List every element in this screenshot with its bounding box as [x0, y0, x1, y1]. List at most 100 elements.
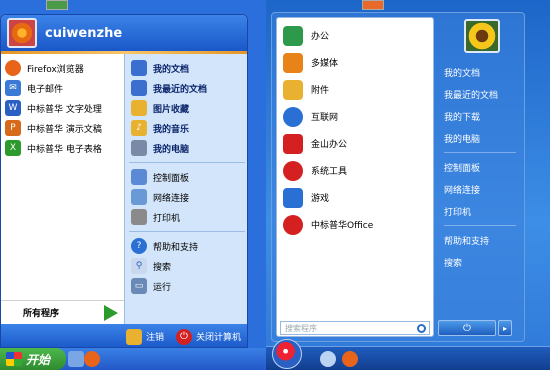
desktop-icon[interactable]: [362, 0, 384, 10]
place-label: 搜索: [153, 262, 172, 273]
place-control-panel[interactable]: 控制面板: [438, 156, 522, 178]
program-impress[interactable]: P 中标普华 演示文稿: [1, 118, 124, 138]
group-games[interactable]: 游戏: [277, 184, 433, 211]
start-logo-icon: [6, 352, 22, 366]
group-label: 多媒体: [311, 59, 339, 69]
chevron-right-icon: ▸: [502, 323, 507, 333]
place-label: 运行: [153, 282, 172, 293]
search-icon[interactable]: [417, 324, 426, 333]
help-icon: ?: [131, 238, 147, 254]
place-search[interactable]: ⚲ 搜索: [125, 256, 247, 276]
place-label: 帮助和支持: [153, 242, 199, 253]
tools-icon: [283, 160, 303, 181]
search-placeholder: 搜索程序: [285, 323, 317, 333]
group-multimedia[interactable]: 多媒体: [277, 49, 433, 76]
shutdown-button[interactable]: ⏻: [438, 320, 496, 336]
program-label: Firefox浏览器: [27, 64, 84, 75]
username: cuiwenzhe: [45, 25, 123, 41]
quicklaunch-icon[interactable]: [320, 351, 336, 367]
w7-start-menu: 办公 多媒体 附件 互联网 金山办公 系统工具 游戏 中标普华Office 搜索…: [271, 12, 525, 342]
place-label: 打印机: [153, 213, 181, 224]
divider: [444, 152, 516, 153]
place-label: 我的文档: [153, 64, 190, 75]
multimedia-icon: [283, 52, 303, 73]
program-label: 中标普华 电子表格: [27, 144, 102, 155]
start-orb[interactable]: [272, 339, 302, 369]
start-button[interactable]: 开始: [0, 348, 66, 370]
documents-icon: [131, 60, 147, 76]
places-panel: 我的文档 我最近的文档 图片收藏 ♪ 我的音乐 我的电脑 控制面板 网络连接 打…: [124, 54, 247, 324]
power-icon: ⏻: [463, 322, 471, 334]
place-recent-documents[interactable]: 我最近的文档: [125, 78, 247, 98]
avatar[interactable]: [464, 19, 500, 53]
recent-documents-icon: [131, 80, 147, 96]
firefox-icon[interactable]: [84, 351, 100, 367]
search-input[interactable]: 搜索程序: [280, 321, 430, 335]
group-cs2c-office[interactable]: 中标普华Office: [277, 211, 433, 238]
all-programs-button[interactable]: 所有程序: [1, 300, 124, 324]
group-label: 办公: [311, 32, 330, 42]
shutdown-options-button[interactable]: ▸: [498, 320, 512, 336]
group-office[interactable]: 办公: [277, 22, 433, 49]
divider: [129, 231, 245, 232]
place-downloads[interactable]: 我的下载: [438, 105, 522, 127]
place-my-documents[interactable]: 我的文档: [438, 61, 522, 83]
place-search[interactable]: 搜索: [438, 251, 522, 273]
group-kingsoft[interactable]: 金山办公: [277, 130, 433, 157]
program-writer[interactable]: W 中标普华 文字处理: [1, 98, 124, 118]
network-icon: [131, 189, 147, 205]
program-mail[interactable]: ✉ 电子邮件: [1, 78, 124, 98]
group-internet[interactable]: 互联网: [277, 103, 433, 130]
place-label: 图片收藏: [153, 104, 190, 115]
start-label: 开始: [26, 352, 51, 367]
logoff-button[interactable]: 注销: [125, 328, 164, 345]
place-network[interactable]: 网络连接: [125, 187, 247, 207]
shutdown-label: 关闭计算机: [195, 333, 241, 343]
place-network[interactable]: 网络连接: [438, 178, 522, 200]
firefox-icon[interactable]: [342, 351, 358, 367]
program-label: 中标普华 演示文稿: [27, 124, 102, 135]
w7-taskbar: [266, 339, 550, 370]
place-control-panel[interactable]: 控制面板: [125, 167, 247, 187]
mail-icon: ✉: [5, 80, 21, 96]
place-help[interactable]: 帮助和支持: [438, 229, 522, 251]
place-recent-documents[interactable]: 我最近的文档: [438, 83, 522, 105]
place-my-computer[interactable]: 我的电脑: [125, 138, 247, 158]
place-label: 我最近的文档: [153, 84, 208, 95]
divider: [444, 225, 516, 226]
kingsoft-icon: [283, 133, 303, 154]
place-help[interactable]: ? 帮助和支持: [125, 236, 247, 256]
desktop-icon[interactable]: [46, 0, 68, 10]
control-panel-icon: [131, 169, 147, 185]
key-icon: [125, 328, 142, 345]
program-calc[interactable]: X 中标普华 电子表格: [1, 138, 124, 158]
place-label: 我的音乐: [153, 124, 190, 135]
place-printer[interactable]: 打印机: [438, 200, 522, 222]
music-icon: ♪: [131, 120, 147, 136]
writer-icon: W: [5, 100, 21, 116]
place-my-documents[interactable]: 我的文档: [125, 58, 247, 78]
group-system-tools[interactable]: 系统工具: [277, 157, 433, 184]
place-music[interactable]: ♪ 我的音乐: [125, 118, 247, 138]
place-my-computer[interactable]: 我的电脑: [438, 127, 522, 149]
place-run[interactable]: ▭ 运行: [125, 276, 247, 296]
menu-footer: 注销 ⏻ 关闭计算机: [1, 324, 247, 347]
pictures-icon: [131, 100, 147, 116]
place-label: 我的电脑: [153, 144, 190, 155]
quicklaunch-icon[interactable]: [68, 351, 84, 367]
search-icon: ⚲: [131, 258, 147, 274]
folder-icon: [283, 79, 303, 100]
place-pictures[interactable]: 图片收藏: [125, 98, 247, 118]
avatar[interactable]: [7, 18, 37, 48]
user-header: cuiwenzhe: [1, 15, 247, 51]
shutdown-button[interactable]: ⏻ 关闭计算机: [175, 328, 241, 345]
group-label: 游戏: [311, 194, 330, 204]
place-printer[interactable]: 打印机: [125, 207, 247, 227]
power-icon: ⏻: [175, 328, 192, 345]
group-accessories[interactable]: 附件: [277, 76, 433, 103]
program-firefox[interactable]: Firefox浏览器: [1, 58, 124, 78]
group-label: 互联网: [311, 113, 339, 123]
pinned-programs: Firefox浏览器 ✉ 电子邮件 W 中标普华 文字处理 P 中标普华 演示文…: [1, 54, 124, 324]
xp-taskbar: 开始: [0, 348, 266, 370]
group-label: 金山办公: [311, 140, 348, 150]
